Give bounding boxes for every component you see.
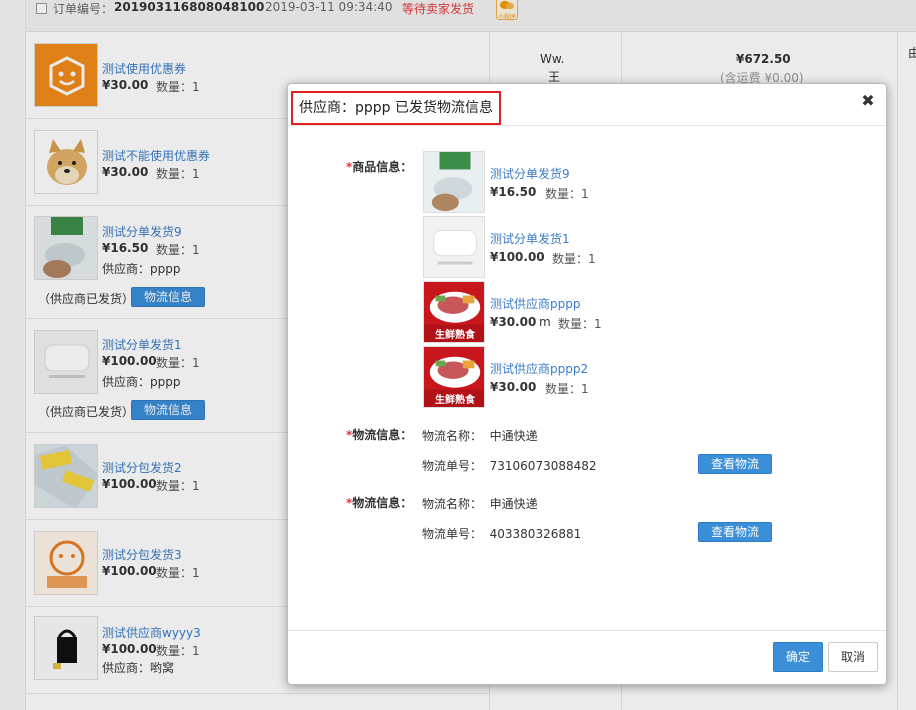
view-logistics-button[interactable]: 查看物流 [698,454,772,474]
goods-price: ¥100.00 [490,250,545,264]
goods-price: ¥30.00 [490,380,537,394]
goods-image: 生鲜熟食 [423,346,485,408]
goods-item: 生鲜熟食 测试供应商pppp ¥30.00 m 数量：1 [423,281,753,345]
goods-name[interactable]: 测试分单发货1 [490,230,570,247]
view-logistics-button[interactable]: 查看物流 [698,522,772,542]
logistics-company: 物流名称： 中通快递 [422,429,538,443]
goods-name[interactable]: 测试供应商pppp [490,295,580,312]
fresh-food-badge: 生鲜熟食 [435,395,475,406]
goods-name[interactable]: 测试供应商pppp2 [490,360,588,377]
goods-price: ¥30.00 [490,315,537,329]
goods-image [423,216,485,278]
goods-image [423,151,485,213]
goods-qty: 数量：1 [545,187,589,201]
logistics-modal: 供应商：pppp 已发货物流信息 ✖ *商品信息： 测试分单发货9 ¥16.50… [287,83,887,685]
goods-info-label-text: 商品信息： [352,160,413,174]
cancel-button[interactable]: 取消 [828,642,878,672]
confirm-button[interactable]: 确定 [773,642,823,672]
goods-name[interactable]: 测试分单发货9 [490,165,570,182]
goods-image: 生鲜熟食 [423,281,485,343]
modal-divider [288,125,886,126]
logistics-info-label: *物流信息： [346,428,413,442]
goods-unit: m [539,315,551,329]
logistics-info-label: *物流信息： [346,496,413,510]
logistics-company: 物流名称： 申通快递 [422,497,538,511]
logistics-info-label-text: 物流信息： [352,428,413,442]
goods-info-label: *商品信息： [346,160,413,174]
logistics-number: 物流单号： 73106073088482 [422,459,597,473]
fresh-food-badge: 生鲜熟食 [435,330,475,341]
logistics-number: 物流单号： 403380326881 [422,527,582,541]
product-photo [424,152,484,212]
modal-title: 供应商：pppp 已发货物流信息 [291,91,501,125]
goods-item: 测试分单发货9 ¥16.50 数量：1 [423,151,753,215]
goods-item: 测试分单发货1 ¥100.00 数量：1 [423,216,753,280]
close-icon[interactable]: ✖ [860,93,876,109]
goods-qty: 数量：1 [545,382,589,396]
goods-price: ¥16.50 [490,185,537,199]
goods-qty: 数量：1 [558,317,602,331]
goods-qty: 数量：1 [552,252,596,266]
modal-footer-divider [288,630,886,631]
goods-item: 生鲜熟食 测试供应商pppp2 ¥30.00 数量：1 [423,346,753,410]
logistics-info-label-text: 物流信息： [352,496,413,510]
pillow-photo [424,217,484,277]
